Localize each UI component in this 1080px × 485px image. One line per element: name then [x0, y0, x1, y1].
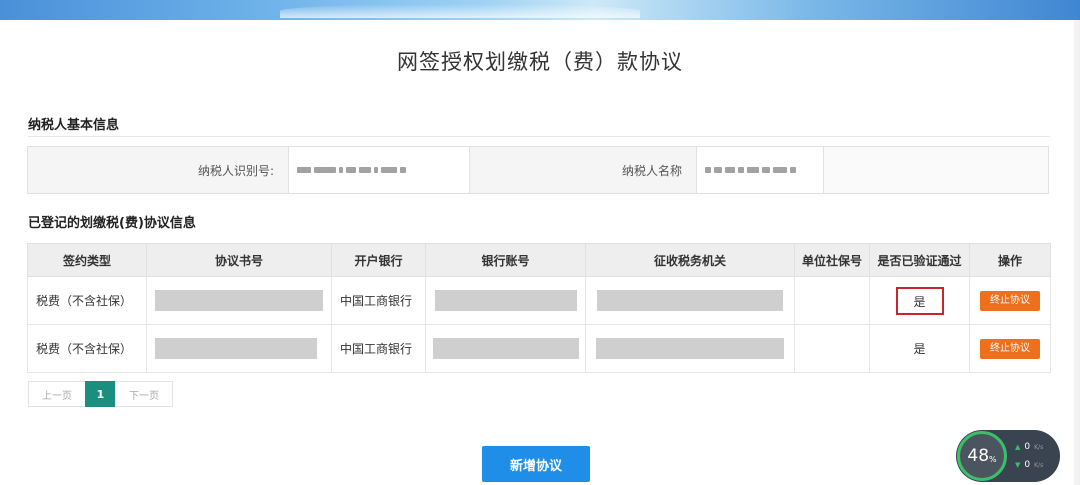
memory-usage-gauge: 48% [957, 431, 1007, 481]
taxpayer-info-box: 纳税人识别号: 纳税人名称 [27, 146, 1049, 194]
scrollbar[interactable] [1074, 20, 1080, 485]
upload-unit: K/s [1034, 443, 1044, 451]
cell-agreement-no [146, 324, 332, 373]
taxpayer-id-label: 纳税人识别号: [28, 147, 288, 193]
cell-bank: 中国工商银行 [331, 324, 426, 373]
speed-readouts: ▲ 0 K/s ▼ 0 K/s [1015, 442, 1043, 470]
col-header-verified: 是否已验证通过 [869, 243, 970, 277]
cell-type: 税费（不含社保） [27, 276, 147, 325]
upload-arrow-icon: ▲ [1015, 443, 1021, 451]
memory-percent-unit: % [989, 454, 997, 464]
col-header-type: 签约类型 [27, 243, 147, 277]
cell-bank: 中国工商银行 [331, 276, 426, 325]
verified-highlight: 是 [895, 286, 944, 315]
next-page-button[interactable]: 下一页 [115, 381, 173, 407]
taxpayer-section-title: 纳税人基本信息 [28, 118, 120, 133]
table-row: 税费（不含社保） 中国工商银行 是 终止协议 [27, 276, 1051, 325]
cell-social-security-no [794, 324, 870, 373]
redacted-taxpayer-name [705, 167, 796, 173]
cell-verified: 是 [869, 276, 970, 325]
table-row: 税费（不含社保） 中国工商银行 是 终止协议 [27, 324, 1051, 373]
cell-social-security-no [794, 276, 870, 325]
add-agreement-button[interactable]: 新增协议 [482, 446, 590, 482]
redacted-block [597, 290, 783, 311]
col-header-social-security-no: 单位社保号 [794, 243, 870, 277]
upload-speed: ▲ 0 K/s [1015, 442, 1043, 452]
cell-account [425, 276, 586, 325]
prev-page-button[interactable]: 上一页 [28, 381, 86, 407]
table-header-row: 签约类型 协议书号 开户银行 银行账号 征收税务机关 单位社保号 是否已验证通过… [27, 243, 1051, 277]
redacted-block [434, 290, 577, 311]
agreement-table: 签约类型 协议书号 开户银行 银行账号 征收税务机关 单位社保号 是否已验证通过… [27, 243, 1051, 373]
cell-account [425, 324, 586, 373]
col-header-action: 操作 [969, 243, 1051, 277]
cell-tax-office [585, 276, 795, 325]
cell-action: 终止协议 [969, 276, 1051, 325]
redacted-block [596, 338, 784, 359]
download-unit: K/s [1034, 461, 1044, 469]
download-speed: ▼ 0 K/s [1015, 460, 1043, 470]
download-arrow-icon: ▼ [1015, 461, 1021, 469]
network-speed-widget[interactable]: 48% ▲ 0 K/s ▼ 0 K/s [956, 430, 1060, 482]
cell-verified: 是 [869, 324, 970, 373]
agreement-section-title: 已登记的划缴税(费)协议信息 [28, 216, 196, 231]
cell-agreement-no [146, 276, 332, 325]
page-1-button[interactable]: 1 [85, 381, 116, 407]
col-header-bank: 开户银行 [331, 243, 426, 277]
redacted-block [155, 338, 317, 359]
taxpayer-name-value [696, 147, 824, 193]
upload-value: 0 [1024, 442, 1031, 452]
redacted-block [155, 290, 323, 311]
cell-type: 税费（不含社保） [27, 324, 147, 373]
cell-tax-office [585, 324, 795, 373]
page-title: 网签授权划缴税（费）款协议 [397, 50, 683, 74]
pagination: 上一页 1 下一页 [28, 381, 173, 407]
taxpayer-id-value [288, 147, 470, 193]
info-box-filler [824, 147, 1048, 193]
terminate-agreement-button[interactable]: 终止协议 [980, 338, 1040, 359]
redacted-taxpayer-id [297, 167, 406, 173]
col-header-tax-office: 征收税务机关 [585, 243, 795, 277]
banner-wave [280, 4, 640, 18]
col-header-account: 银行账号 [425, 243, 586, 277]
col-header-agreement-no: 协议书号 [146, 243, 332, 277]
memory-percent: 48 [967, 446, 990, 466]
download-value: 0 [1024, 460, 1031, 470]
cell-action: 终止协议 [969, 324, 1051, 373]
redacted-block [432, 338, 579, 359]
top-banner [0, 0, 1080, 20]
taxpayer-name-label: 纳税人名称 [470, 147, 696, 193]
section-divider [28, 136, 1050, 137]
terminate-agreement-button[interactable]: 终止协议 [980, 290, 1040, 311]
